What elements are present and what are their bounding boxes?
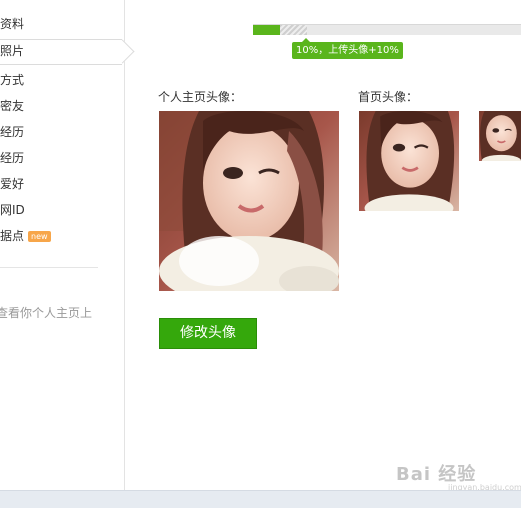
home-avatar-small bbox=[479, 111, 521, 161]
edit-avatar-button[interactable]: 修改头像 bbox=[159, 318, 257, 349]
progress-tooltip: 10%，上传头像+10% bbox=[292, 38, 403, 59]
home-avatar-medium bbox=[359, 111, 459, 211]
sidebar-item-label: 爱好 bbox=[0, 177, 25, 191]
progress-next-segment bbox=[280, 25, 307, 35]
profile-avatar-large bbox=[159, 111, 339, 291]
sidebar: 资料 照片 方式 密友 经历 经历 爱好 网ID 据点 new 查看你个人主页上 bbox=[0, 0, 135, 490]
profile-avatar-title: 个人主页头像： bbox=[158, 90, 243, 104]
sidebar-item-label: 经历 bbox=[0, 125, 25, 139]
sidebar-tip-text: 查看你个人主页上 bbox=[0, 306, 93, 320]
sidebar-divider bbox=[0, 267, 98, 268]
new-badge: new bbox=[28, 231, 51, 242]
sidebar-item-experience-2[interactable]: 经历 bbox=[0, 147, 24, 169]
sidebar-item-label: 网ID bbox=[0, 203, 25, 217]
sidebar-item-photos[interactable]: 照片 bbox=[0, 39, 135, 65]
progress-fill bbox=[253, 25, 280, 35]
sidebar-item-label: 据点 bbox=[0, 229, 25, 243]
sidebar-item-friends[interactable]: 密友 bbox=[0, 95, 24, 117]
home-avatar-title: 首页头像： bbox=[358, 90, 419, 104]
sidebar-item-label: 经历 bbox=[0, 151, 25, 165]
sidebar-item-label: 照片 bbox=[0, 44, 25, 58]
sidebar-item-locations[interactable]: 据点 new bbox=[0, 225, 51, 247]
profile-completion-progress bbox=[253, 24, 521, 35]
active-indicator-arrow bbox=[110, 39, 135, 64]
bottom-bar bbox=[0, 490, 521, 508]
sidebar-item-net-id[interactable]: 网ID bbox=[0, 199, 25, 221]
sidebar-item-profile[interactable]: 资料 bbox=[0, 13, 24, 35]
sidebar-item-label: 密友 bbox=[0, 99, 25, 113]
sidebar-item-hobbies[interactable]: 爱好 bbox=[0, 173, 24, 195]
sidebar-item-contact[interactable]: 方式 bbox=[0, 69, 24, 91]
sidebar-item-experience-1[interactable]: 经历 bbox=[0, 121, 24, 143]
sidebar-item-label: 方式 bbox=[0, 73, 25, 87]
sidebar-item-label: 资料 bbox=[0, 17, 25, 31]
